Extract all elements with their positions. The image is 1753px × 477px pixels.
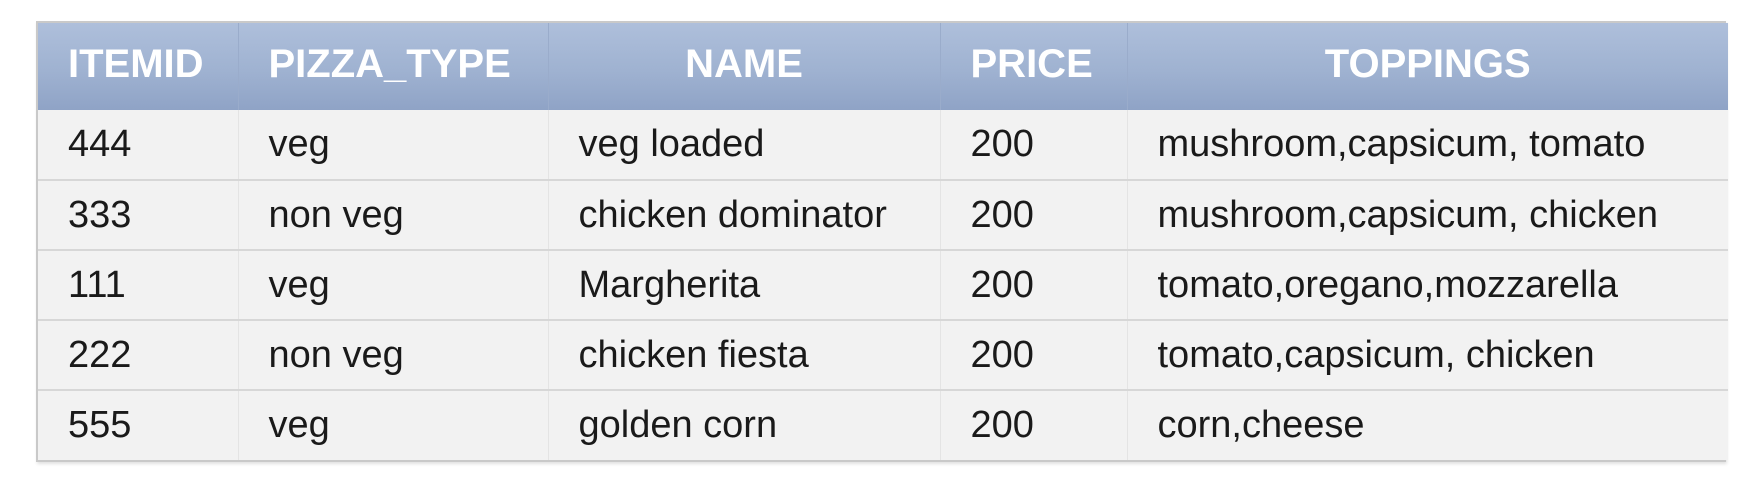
cell-toppings: mushroom,capsicum, tomato xyxy=(1157,123,1646,165)
cell-itemid: 444 xyxy=(38,110,239,180)
cell-name: chicken fiesta xyxy=(548,319,941,390)
cell-price: 200 xyxy=(940,179,1128,250)
cell-pizza-type: non veg xyxy=(238,179,549,250)
cell-itemid: 222 xyxy=(38,319,239,390)
cell-pizza-type: veg xyxy=(238,389,549,460)
cell-name: Margherita xyxy=(548,249,941,320)
cell-price: 200 xyxy=(940,110,1128,180)
column-header-price[interactable]: PRICE xyxy=(940,23,1128,110)
column-header-toppings[interactable]: TOPPINGS xyxy=(1127,23,1728,110)
column-header-name[interactable]: NAME xyxy=(548,23,941,110)
table-row[interactable]: 111 veg Margherita 200 tomato,oregano,mo… xyxy=(38,249,1728,320)
cell-name: veg loaded xyxy=(548,110,941,180)
table-body: 444 veg veg loaded 200 mushroom,capsicum… xyxy=(38,110,1728,460)
header-row: ITEMID PIZZA_TYPE NAME PRICE TOPPINGS xyxy=(38,23,1728,110)
cell-toppings: tomato,oregano,mozzarella xyxy=(1127,249,1728,320)
cell-pizza-type: veg xyxy=(238,249,549,320)
cell-pizza-type: non veg xyxy=(238,319,549,390)
column-header-pizza-type[interactable]: PIZZA_TYPE xyxy=(238,23,549,110)
data-table: ITEMID PIZZA_TYPE NAME PRICE TOPPINGS 44… xyxy=(38,23,1728,460)
cell-itemid: 111 xyxy=(38,249,239,320)
table-row[interactable]: 333 non veg chicken dominator 200 mushro… xyxy=(38,179,1728,250)
cell-toppings: tomato,capsicum, chicken xyxy=(1127,319,1728,390)
cell-price: 200 xyxy=(940,249,1128,320)
table-header: ITEMID PIZZA_TYPE NAME PRICE TOPPINGS xyxy=(38,23,1728,110)
cell-itemid: 555 xyxy=(38,389,239,460)
cell-price: 200 xyxy=(940,389,1128,460)
table-row[interactable]: 444 veg veg loaded 200 mushroom,capsicum… xyxy=(38,110,1728,180)
table-row[interactable]: 555 veg golden corn 200 corn,cheese xyxy=(38,389,1728,460)
cell-name: golden corn xyxy=(548,389,941,460)
cell-toppings: mushroom,capsicum, chicken xyxy=(1127,179,1728,250)
table-row[interactable]: 222 non veg chicken fiesta 200 tomato,ca… xyxy=(38,319,1728,390)
cell-toppings: corn,cheese xyxy=(1127,389,1728,460)
column-header-itemid[interactable]: ITEMID xyxy=(38,23,239,110)
pizza-table: ITEMID PIZZA_TYPE NAME PRICE TOPPINGS 44… xyxy=(36,21,1728,462)
cell-name: chicken dominator xyxy=(548,179,941,250)
cell-price: 200 xyxy=(940,319,1128,390)
cell-itemid: 333 xyxy=(38,179,239,250)
cell-pizza-type: veg xyxy=(238,110,549,180)
